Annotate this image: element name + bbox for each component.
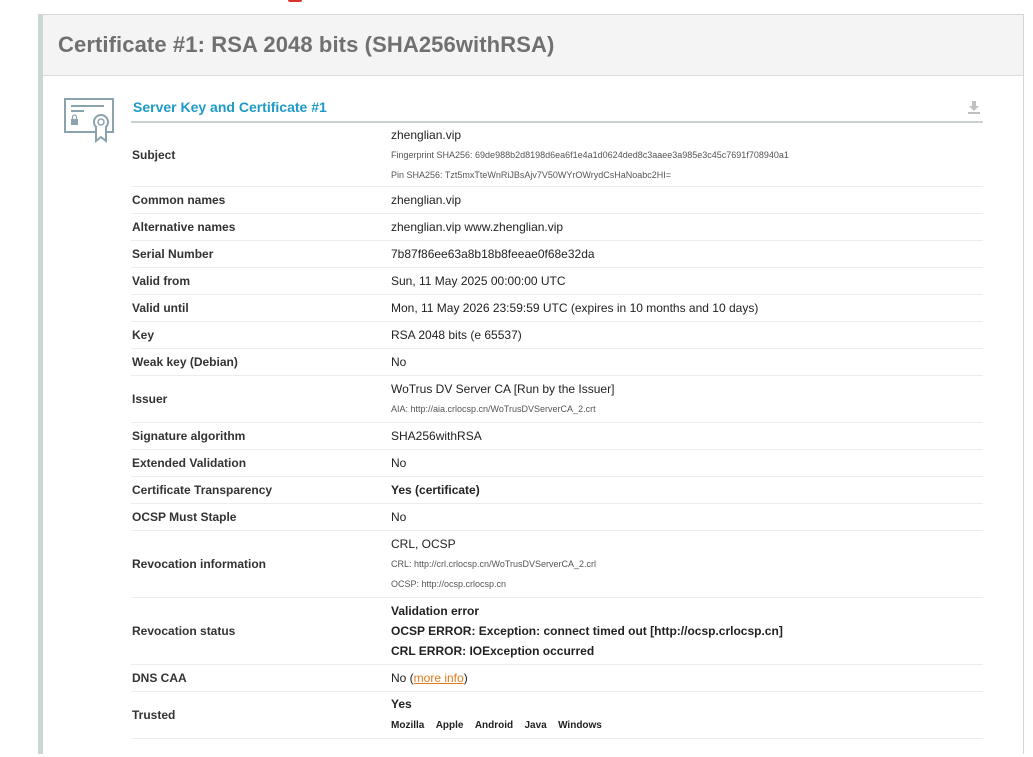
row-label: Issuer [131, 375, 391, 423]
table-row-certificate-transparency: Certificate Transparency Yes (certificat… [131, 476, 983, 504]
row-value: CRL, OCSP CRL: http://crl.crlocsp.cn/WoT… [391, 530, 983, 598]
row-label: Weak key (Debian) [131, 348, 391, 376]
row-label: OCSP Must Staple [131, 503, 391, 531]
row-value: No [391, 449, 983, 477]
revocation-status-line2: OCSP ERROR: Exception: connect timed out… [391, 623, 783, 638]
more-info-link[interactable]: more info [414, 671, 464, 685]
server-key-section: Server Key and Certificate #1 Subject zh… [43, 77, 1023, 757]
certificate-icon [64, 98, 114, 143]
row-label: Revocation status [131, 597, 391, 665]
section-title: Server Key and Certificate #1 [133, 99, 327, 115]
revocation-status-line3: CRL ERROR: IOException occurred [391, 643, 595, 658]
row-value: Sun, 11 May 2025 00:00:00 UTC [391, 267, 983, 295]
table-row-ocsp-must-staple: OCSP Must Staple No [131, 503, 983, 531]
revocation-crl: CRL: http://crl.crlocsp.cn/WoTrusDVServe… [391, 558, 597, 569]
panel-title: Certificate #1: RSA 2048 bits (SHA256wit… [58, 32, 555, 57]
row-label: Key [131, 321, 391, 349]
trust-store-java: Java [524, 719, 547, 731]
trust-store-apple: Apple [435, 719, 464, 731]
row-value: 7b87f86ee63a8b18b8feeae0f68e32da [391, 240, 983, 268]
certificate-table: Subject zhenglian.vip Fingerprint SHA256… [131, 125, 983, 739]
table-row-serial-number: Serial Number 7b87f86ee63a8b18b8feeae0f6… [131, 240, 983, 268]
trusted-value: Yes [391, 696, 412, 711]
revocation-ocsp: OCSP: http://ocsp.crlocsp.cn [391, 578, 507, 589]
red-mark [288, 0, 302, 2]
table-row-revocation-status: Revocation status Validation error OCSP … [131, 597, 983, 665]
row-label: Certificate Transparency [131, 476, 391, 504]
trust-store-android: Android [474, 719, 514, 731]
revocation-status-line1: Validation error [391, 603, 480, 618]
trust-store-windows: Windows [558, 719, 602, 731]
row-label: Valid from [131, 267, 391, 295]
row-value: Mon, 11 May 2026 23:59:59 UTC (expires i… [391, 294, 983, 322]
row-value: No (more info) [391, 664, 983, 692]
dns-caa-value: No ( [391, 670, 414, 685]
row-label: Trusted [131, 691, 391, 739]
dns-caa-suffix: ) [463, 670, 468, 685]
revocation-info-value: CRL, OCSP [391, 536, 456, 551]
row-value: zhenglian.vip www.zhenglian.vip [391, 213, 983, 241]
row-value: zhenglian.vip [391, 186, 983, 214]
table-row-common-names: Common names zhenglian.vip [131, 186, 983, 214]
table-row-subject: Subject zhenglian.vip Fingerprint SHA256… [131, 125, 983, 187]
table-row-weak-key: Weak key (Debian) No [131, 348, 983, 376]
row-label: Alternative names [131, 213, 391, 241]
issuer-aia: AIA: http://aia.crlocsp.cn/WoTrusDVServe… [391, 403, 596, 414]
row-value: No [391, 503, 983, 531]
row-label: Common names [131, 186, 391, 214]
subject-value: zhenglian.vip [391, 127, 462, 142]
subject-pin: Pin SHA256: Tzt5mxTteWnRiJBsAjv7V50WYrOW… [391, 169, 672, 180]
table-row-key: Key RSA 2048 bits (e 65537) [131, 321, 983, 349]
top-strip [0, 0, 1033, 14]
row-value: SHA256withRSA [391, 422, 983, 450]
row-value: RSA 2048 bits (e 65537) [391, 321, 983, 349]
row-value: WoTrus DV Server CA [Run by the Issuer] … [391, 375, 983, 423]
table-row-signature-algorithm: Signature algorithm SHA256withRSA [131, 422, 983, 450]
row-label: Serial Number [131, 240, 391, 268]
certificate-panel: Certificate #1: RSA 2048 bits (SHA256wit… [38, 14, 1024, 754]
table-row-issuer: Issuer WoTrus DV Server CA [Run by the I… [131, 375, 983, 423]
row-label: Valid until [131, 294, 391, 322]
table-row-alternative-names: Alternative names zhenglian.vip www.zhen… [131, 213, 983, 241]
row-label: Signature algorithm [131, 422, 391, 450]
section-header: Server Key and Certificate #1 [131, 91, 983, 123]
row-label: Revocation information [131, 530, 391, 598]
row-label: Extended Validation [131, 449, 391, 477]
download-icon[interactable] [967, 100, 981, 114]
issuer-value: WoTrus DV Server CA [Run by the Issuer] [391, 381, 615, 396]
table-row-revocation-information: Revocation information CRL, OCSP CRL: ht… [131, 530, 983, 598]
row-value: Validation error OCSP ERROR: Exception: … [391, 597, 983, 665]
row-label: Subject [131, 125, 391, 187]
row-value: zhenglian.vip Fingerprint SHA256: 69de98… [391, 125, 983, 187]
row-value: No [391, 348, 983, 376]
trusted-stores: Mozilla Apple Android Java Windows [391, 714, 983, 736]
subject-fingerprint: Fingerprint SHA256: 69de988b2d8198d6ea6f… [391, 149, 789, 160]
row-label: DNS CAA [131, 664, 391, 692]
table-row-extended-validation: Extended Validation No [131, 449, 983, 477]
table-row-dns-caa: DNS CAA No (more info) [131, 664, 983, 692]
table-row-trusted: Trusted Yes Mozilla Apple Android Java W… [131, 691, 983, 739]
trust-store-mozilla: Mozilla [391, 719, 425, 731]
row-value: Yes (certificate) [391, 476, 983, 504]
table-row-valid-until: Valid until Mon, 11 May 2026 23:59:59 UT… [131, 294, 983, 322]
row-value: Yes Mozilla Apple Android Java Windows [391, 691, 983, 739]
table-row-valid-from: Valid from Sun, 11 May 2025 00:00:00 UTC [131, 267, 983, 295]
panel-header: Certificate #1: RSA 2048 bits (SHA256wit… [43, 15, 1023, 76]
